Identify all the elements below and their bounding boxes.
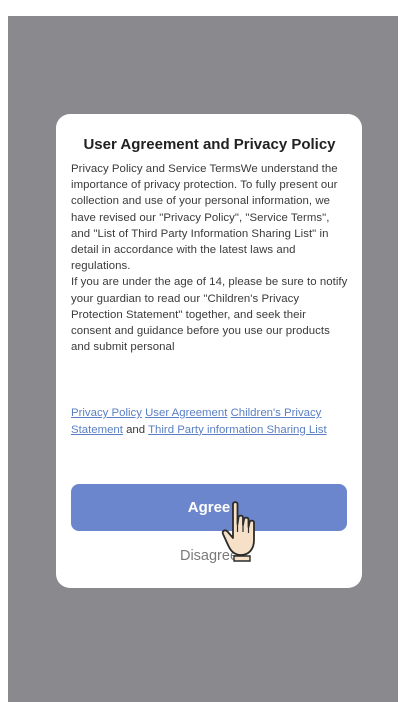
agreement-paragraph-2: If you are under the age of 14, please b… (71, 276, 348, 354)
privacy-policy-link[interactable]: Privacy Policy (71, 407, 142, 419)
disagree-button[interactable]: Disagree (71, 544, 347, 568)
agreement-text[interactable]: Privacy Policy and Service TermsWe under… (71, 161, 348, 387)
policy-links: Privacy Policy User Agreement Children's… (71, 405, 348, 438)
agree-button[interactable]: Agree (71, 484, 347, 531)
third-party-link[interactable]: Third Party information Sharing List (148, 424, 327, 436)
agreement-paragraph-1: Privacy Policy and Service TermsWe under… (71, 163, 338, 273)
user-agreement-link[interactable]: User Agreement (145, 407, 227, 419)
privacy-dialog: User Agreement and Privacy Policy Privac… (56, 114, 362, 588)
dialog-title: User Agreement and Privacy Policy (83, 136, 336, 153)
and-text: and (126, 423, 146, 436)
pointing-hand-cursor-icon (221, 501, 255, 562)
